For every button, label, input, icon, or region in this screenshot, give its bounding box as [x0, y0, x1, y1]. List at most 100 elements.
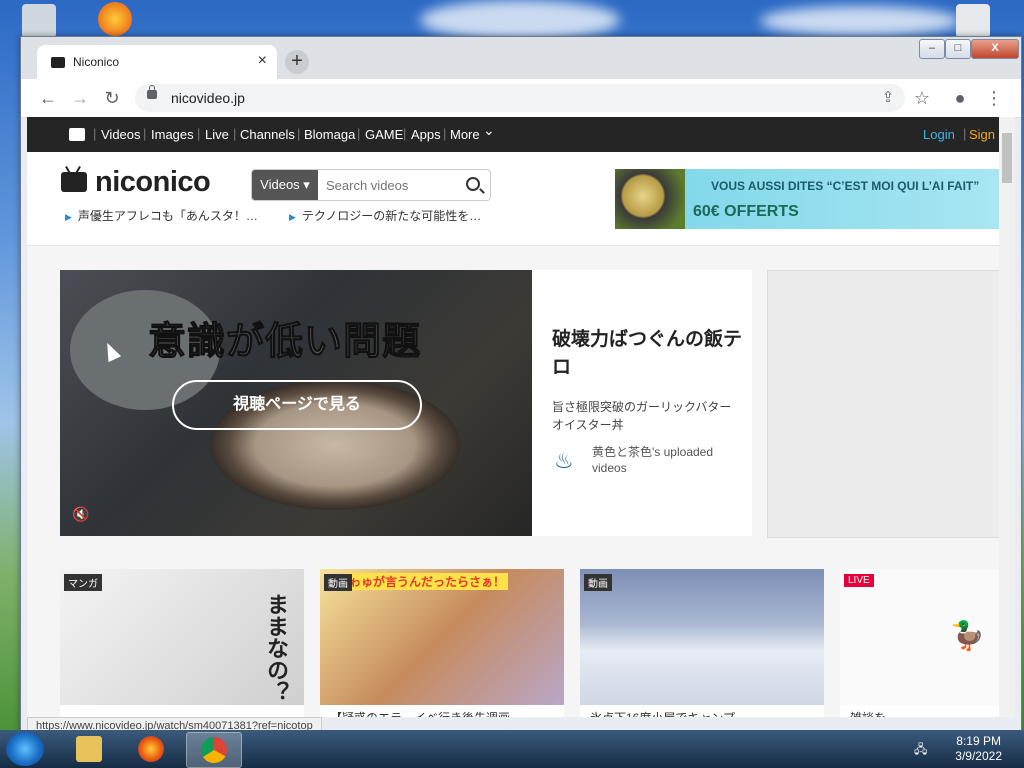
tab-strip: Niconico × + – □ X [21, 37, 1021, 79]
content-card[interactable]: ゎゅが言うんだったらさぁ！ 動画 【疑惑のエラ…イベ行き後先週画… [320, 569, 564, 717]
nav-channels[interactable]: Channels [240, 127, 295, 142]
triangle-bullet-icon: ▶ [289, 212, 296, 222]
nav-images[interactable]: Images [151, 127, 194, 142]
nav-separator: | [357, 126, 361, 141]
minimize-button[interactable]: – [919, 39, 945, 59]
content-card[interactable]: 🦆 LIVE 雑談を… [840, 569, 999, 717]
browser-toolbar: ← → ↻ nicovideo.jp ⇪ ☆ ● ⋮ [21, 79, 1021, 118]
niconico-tv-icon[interactable] [69, 128, 85, 141]
uploader-link[interactable]: 黄色と茶色's uploaded videos [592, 444, 742, 476]
watch-page-button[interactable]: 視聴ページで見る [172, 380, 422, 430]
featured-video: 意識が低い問題 視聴ページで見る 🔇 破壊力ばつぐんの飯テロ 旨さ極限突破のガー… [60, 270, 752, 536]
clock-time: 8:19 PM [956, 734, 1001, 748]
search-bar: Videos ▾ [251, 169, 491, 201]
bookmark-star-icon[interactable]: ☆ [911, 87, 933, 109]
nav-separator: | [197, 126, 201, 141]
url-text[interactable]: nicovideo.jp [171, 90, 245, 106]
featured-video-player[interactable]: 意識が低い問題 視聴ページで見る 🔇 [60, 270, 532, 536]
scrollbar-thumb[interactable] [1002, 133, 1012, 183]
video-thumbnail [580, 569, 824, 705]
search-icon[interactable] [466, 177, 480, 191]
nav-game[interactable]: GAME [365, 127, 403, 142]
nav-separator: | [233, 126, 237, 141]
profile-avatar-icon[interactable]: ● [949, 87, 971, 109]
chrome-taskbar-button[interactable] [186, 732, 242, 768]
folder-icon [76, 736, 102, 762]
nav-blomaga[interactable]: Blomaga [304, 127, 355, 142]
ad-headline: VOUS AUSSI DITES “C’EST MOI QUI L’AI FAI… [711, 179, 980, 193]
uploader-hotspring-icon[interactable]: ♨ [554, 448, 580, 474]
cloud [760, 6, 960, 36]
card-caption[interactable]: 【疑惑のエラ…イベ行き後先週画… [330, 709, 522, 717]
lock-icon [147, 85, 157, 99]
side-ad-placeholder [767, 270, 999, 538]
search-category-dropdown[interactable]: Videos ▾ [252, 170, 318, 200]
firefox-icon [138, 736, 164, 762]
chrome-icon [201, 737, 227, 763]
address-bar[interactable]: nicovideo.jp [135, 84, 905, 112]
card-caption[interactable]: 雑談を… [850, 709, 898, 717]
top-nav-bar: | Videos | Images | Live | Channels | Bl… [27, 117, 999, 152]
niconico-favicon-icon [51, 57, 65, 68]
nav-apps[interactable]: Apps [411, 127, 441, 142]
taskbar: 🖧 8:19 PM 3/9/2022 [0, 730, 1024, 768]
nav-videos[interactable]: Videos [101, 127, 141, 142]
nav-separator: | [93, 126, 97, 141]
menu-kebab-icon[interactable]: ⋮ [983, 87, 1005, 109]
ad-food-image [615, 169, 685, 229]
desktop-file-icon[interactable] [956, 4, 990, 38]
nav-separator: | [443, 126, 447, 141]
page-scrollbar[interactable] [999, 117, 1015, 717]
reload-icon[interactable]: ↻ [101, 87, 123, 109]
live-badge: LIVE [844, 574, 874, 587]
tab-close-icon[interactable]: × [258, 52, 267, 70]
ad-banner[interactable]: VOUS AUSSI DITES “C’EST MOI QUI L’AI FAI… [615, 169, 999, 229]
video-overlay-title: 意識が低い問題 [147, 321, 422, 364]
category-badge: 動画 [324, 574, 352, 591]
nav-separator: | [403, 126, 407, 141]
content-card[interactable]: ままなの？ マンガ [60, 569, 304, 717]
login-link[interactable]: Login [923, 127, 955, 142]
triangle-bullet-icon: ▶ [65, 212, 72, 222]
recycle-bin-icon[interactable] [22, 4, 56, 38]
featured-title[interactable]: 破壊力ばつぐんの飯テロ [552, 326, 742, 382]
firefox-taskbar-button[interactable] [124, 732, 178, 766]
forward-arrow-icon[interactable]: → [69, 87, 91, 109]
content-card[interactable]: 動画 氷点下16度小屋でキャンプ… [580, 569, 824, 717]
ticker-item[interactable]: ▶ 声優生アフレコも「あんスタ！… [65, 207, 258, 224]
video-thumbnail: ゎゅが言うんだったらさぁ！ [320, 569, 564, 705]
nav-more[interactable]: More [450, 127, 480, 142]
card-caption[interactable]: 氷点下16度小屋でキャンプ… [590, 709, 747, 717]
nav-separator: | [297, 126, 301, 141]
niconico-logo-icon[interactable] [61, 172, 87, 192]
category-badge: 動画 [584, 574, 612, 591]
close-window-button[interactable]: X [971, 39, 1019, 59]
ticker-item[interactable]: ▶ テクノロジーの新たな可能性を… [289, 207, 481, 224]
thumbnail-text: ゎゅが言うんだったらさぁ！ [346, 573, 509, 590]
explorer-taskbar-button[interactable] [62, 732, 116, 766]
niconico-logo-text[interactable]: niconico [95, 166, 211, 199]
nav-separator: | [143, 126, 147, 141]
maximize-button[interactable]: □ [945, 39, 971, 59]
duck-icon: 🦆 [950, 620, 985, 651]
browser-window: Niconico × + – □ X ← → ↻ nicovideo.jp ⇪ … [20, 36, 1022, 734]
featured-description: 旨さ極限突破のガーリックバターオイスター丼 [552, 400, 732, 432]
live-thumbnail: 🦆 [840, 569, 999, 705]
signup-link[interactable]: Sign [969, 127, 995, 142]
firefox-desktop-icon[interactable] [98, 2, 132, 36]
start-button[interactable] [6, 732, 44, 766]
back-arrow-icon[interactable]: ← [37, 87, 59, 109]
share-icon[interactable]: ⇪ [877, 87, 899, 109]
chevron-down-icon[interactable]: ⌄ [483, 122, 495, 139]
thumbnail-text: ままなの？ [264, 593, 289, 703]
tab-niconico[interactable]: Niconico × [37, 45, 277, 79]
new-tab-button[interactable]: + [285, 50, 309, 74]
nav-live[interactable]: Live [205, 127, 229, 142]
mute-icon[interactable]: 🔇 [72, 506, 89, 523]
featured-info: 破壊力ばつぐんの飯テロ 旨さ極限突破のガーリックバターオイスター丼 ♨ 黄色と茶… [532, 270, 752, 536]
system-clock[interactable]: 8:19 PM 3/9/2022 [955, 734, 1002, 764]
cloud [420, 0, 620, 40]
search-input[interactable] [324, 175, 462, 195]
network-tray-icon[interactable]: 🖧 [914, 740, 930, 756]
clock-date: 3/9/2022 [955, 749, 1002, 763]
